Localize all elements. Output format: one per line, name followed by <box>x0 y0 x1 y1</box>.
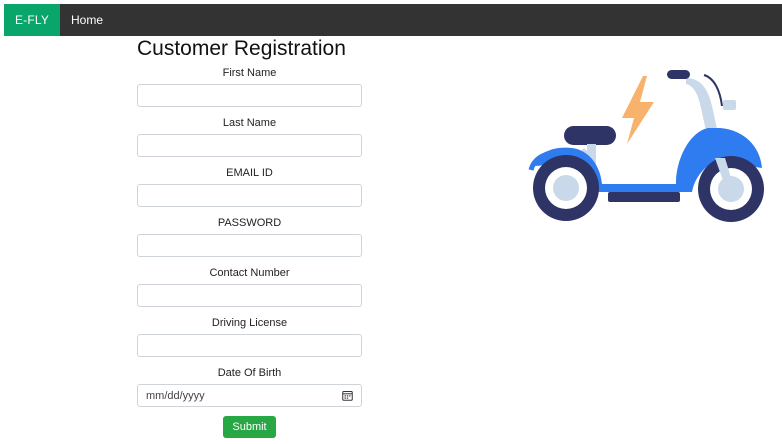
date-placeholder: mm/dd/yyyy <box>146 389 205 402</box>
email-input[interactable] <box>137 184 362 207</box>
registration-form: Customer Registration First Name Last Na… <box>137 36 362 438</box>
contact-number-group: Contact Number <box>137 266 362 307</box>
electric-scooter-icon <box>526 66 770 222</box>
password-label: PASSWORD <box>217 217 282 229</box>
contact-number-input[interactable] <box>137 284 362 307</box>
last-name-label: Last Name <box>222 117 277 129</box>
password-input[interactable] <box>137 234 362 257</box>
page-title: Customer Registration <box>137 37 346 60</box>
contact-number-label: Contact Number <box>209 267 290 279</box>
driving-license-group: Driving License <box>137 316 362 357</box>
app-frame: E-FLY Home Customer Registration First N… <box>0 0 782 444</box>
brand-logo[interactable]: E-FLY <box>4 4 60 36</box>
first-name-group: First Name <box>137 66 362 107</box>
top-navbar: E-FLY Home <box>4 4 782 36</box>
driving-license-input[interactable] <box>137 334 362 357</box>
date-of-birth-group: Date Of Birth mm/dd/yyyy <box>137 366 362 407</box>
driving-license-label: Driving License <box>211 317 288 329</box>
email-label: EMAIL ID <box>226 167 273 179</box>
last-name-group: Last Name <box>137 116 362 157</box>
date-of-birth-input[interactable]: mm/dd/yyyy <box>137 384 362 407</box>
submit-row: Submit <box>137 416 362 438</box>
last-name-input[interactable] <box>137 134 362 157</box>
password-group: PASSWORD <box>137 216 362 257</box>
first-name-input[interactable] <box>137 84 362 107</box>
date-of-birth-label: Date Of Birth <box>217 367 282 379</box>
email-group: EMAIL ID <box>137 166 362 207</box>
submit-button[interactable]: Submit <box>223 416 276 438</box>
nav-link-home[interactable]: Home <box>60 4 114 36</box>
first-name-label: First Name <box>222 67 277 79</box>
calendar-icon[interactable] <box>341 390 353 402</box>
